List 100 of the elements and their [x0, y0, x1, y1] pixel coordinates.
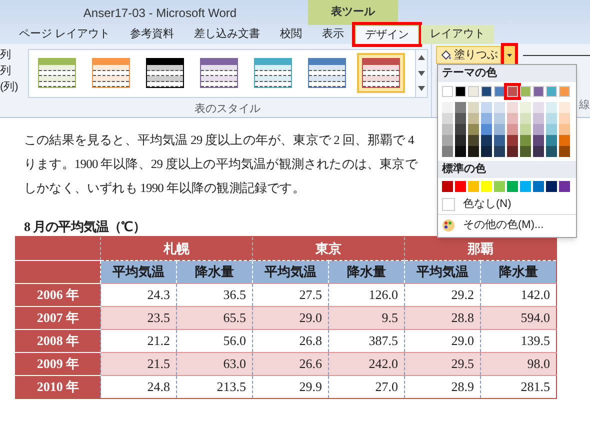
- table-cell: 63.0: [176, 352, 252, 376]
- color-swatch[interactable]: [468, 113, 479, 124]
- color-swatch[interactable]: [507, 86, 518, 97]
- table-cell: 21.2: [100, 330, 176, 352]
- color-swatch[interactable]: [468, 181, 479, 192]
- color-swatch[interactable]: [468, 124, 479, 135]
- color-swatch[interactable]: [533, 146, 544, 157]
- color-swatch[interactable]: [533, 102, 544, 113]
- color-swatch[interactable]: [507, 181, 518, 192]
- color-swatch[interactable]: [559, 124, 570, 135]
- scroll-up-icon[interactable]: [418, 55, 424, 60]
- color-swatch[interactable]: [520, 102, 531, 113]
- color-swatch[interactable]: [442, 86, 453, 97]
- color-swatch[interactable]: [520, 124, 531, 135]
- color-swatch[interactable]: [442, 102, 453, 113]
- color-swatch[interactable]: [533, 124, 544, 135]
- table-cell: 594.0: [480, 306, 556, 330]
- table-cell: 29.9: [252, 376, 328, 398]
- color-swatch[interactable]: [520, 181, 531, 192]
- color-swatch[interactable]: [533, 135, 544, 146]
- color-swatch[interactable]: [468, 86, 479, 97]
- color-swatch[interactable]: [546, 181, 557, 192]
- color-swatch[interactable]: [494, 113, 505, 124]
- color-swatch[interactable]: [559, 181, 570, 192]
- color-swatch[interactable]: [507, 146, 518, 157]
- color-swatch[interactable]: [442, 146, 453, 157]
- color-swatch[interactable]: [546, 113, 557, 124]
- paragraph-line: この結果を見ると、平均気温 29 度以上の年が、東京で 2 回、那覇で 4: [24, 132, 414, 149]
- color-swatch[interactable]: [468, 102, 479, 113]
- color-swatch[interactable]: [481, 124, 492, 135]
- color-swatch[interactable]: [442, 124, 453, 135]
- color-swatch[interactable]: [559, 135, 570, 146]
- scroll-down-icon[interactable]: [418, 70, 424, 76]
- color-swatch[interactable]: [507, 124, 518, 135]
- menu-item[interactable]: 色なし(N): [438, 195, 576, 215]
- color-swatch[interactable]: [494, 86, 505, 97]
- ribbon-tab[interactable]: 校閲: [271, 25, 312, 44]
- color-swatch[interactable]: [546, 146, 557, 157]
- color-swatch[interactable]: [481, 181, 492, 192]
- dropdown-button[interactable]: [504, 46, 515, 64]
- color-swatch[interactable]: [455, 113, 466, 124]
- color-swatch[interactable]: [494, 181, 505, 192]
- more-icon[interactable]: [418, 86, 424, 92]
- color-swatch[interactable]: [481, 102, 492, 113]
- color-swatch[interactable]: [442, 113, 453, 124]
- color-swatch[interactable]: [507, 135, 518, 146]
- color-swatch[interactable]: [455, 86, 466, 97]
- color-swatch[interactable]: [546, 124, 557, 135]
- color-swatch[interactable]: [455, 135, 466, 146]
- row-header: 2008 年: [16, 330, 100, 352]
- color-swatch[interactable]: [481, 146, 492, 157]
- color-swatch[interactable]: [494, 124, 505, 135]
- table-cell: 24.3: [100, 284, 176, 306]
- table-header: 降水量: [480, 260, 556, 284]
- color-swatch[interactable]: [520, 135, 531, 146]
- color-swatch[interactable]: [455, 124, 466, 135]
- table-header: 降水量: [328, 260, 404, 284]
- color-swatch[interactable]: [481, 86, 492, 97]
- color-swatch[interactable]: [546, 135, 557, 146]
- ribbon-tab[interactable]: 表示: [313, 25, 354, 44]
- color-swatch[interactable]: [442, 181, 453, 192]
- color-swatch[interactable]: [481, 135, 492, 146]
- color-swatch[interactable]: [455, 181, 466, 192]
- color-swatch[interactable]: [533, 86, 544, 97]
- palette-icon: [442, 218, 455, 232]
- table-style-thumbnail[interactable]: [356, 53, 404, 94]
- color-swatch[interactable]: [520, 113, 531, 124]
- color-swatch[interactable]: [533, 113, 544, 124]
- color-swatch[interactable]: [455, 102, 466, 113]
- color-swatch[interactable]: [481, 113, 492, 124]
- option-label: 列: [0, 48, 12, 63]
- color-swatch[interactable]: [546, 86, 557, 97]
- color-swatch[interactable]: [494, 146, 505, 157]
- fill-button[interactable]: 塗りつぶ: [436, 46, 501, 64]
- group-label: 表のスタイル: [194, 102, 260, 116]
- ribbon-tab[interactable]: レイアウト: [421, 25, 494, 44]
- gallery-scrollbar[interactable]: [414, 50, 426, 96]
- color-swatch[interactable]: [520, 86, 531, 97]
- color-swatch[interactable]: [468, 146, 479, 157]
- color-swatch[interactable]: [442, 135, 453, 146]
- ribbon-tab[interactable]: 参考資料: [121, 25, 184, 44]
- color-swatch[interactable]: [494, 135, 505, 146]
- ribbon-tab[interactable]: デザイン: [355, 25, 420, 44]
- color-swatch[interactable]: [507, 113, 518, 124]
- color-swatch[interactable]: [546, 102, 557, 113]
- color-swatch[interactable]: [559, 102, 570, 113]
- menu-item[interactable]: その他の色(M)...: [438, 215, 576, 235]
- table-cell: 281.5: [480, 376, 556, 398]
- color-swatch[interactable]: [520, 146, 531, 157]
- color-swatch[interactable]: [494, 102, 505, 113]
- color-swatch[interactable]: [559, 86, 570, 97]
- ribbon-tab[interactable]: ページ レイアウト: [10, 25, 120, 44]
- color-swatch[interactable]: [559, 113, 570, 124]
- color-swatch[interactable]: [455, 146, 466, 157]
- color-swatch[interactable]: [507, 102, 518, 113]
- table-cell: 28.8: [404, 306, 480, 330]
- color-swatch[interactable]: [559, 146, 570, 157]
- color-swatch[interactable]: [533, 181, 544, 192]
- color-swatch[interactable]: [468, 135, 479, 146]
- ribbon-tab[interactable]: 差し込み文書: [185, 25, 270, 44]
